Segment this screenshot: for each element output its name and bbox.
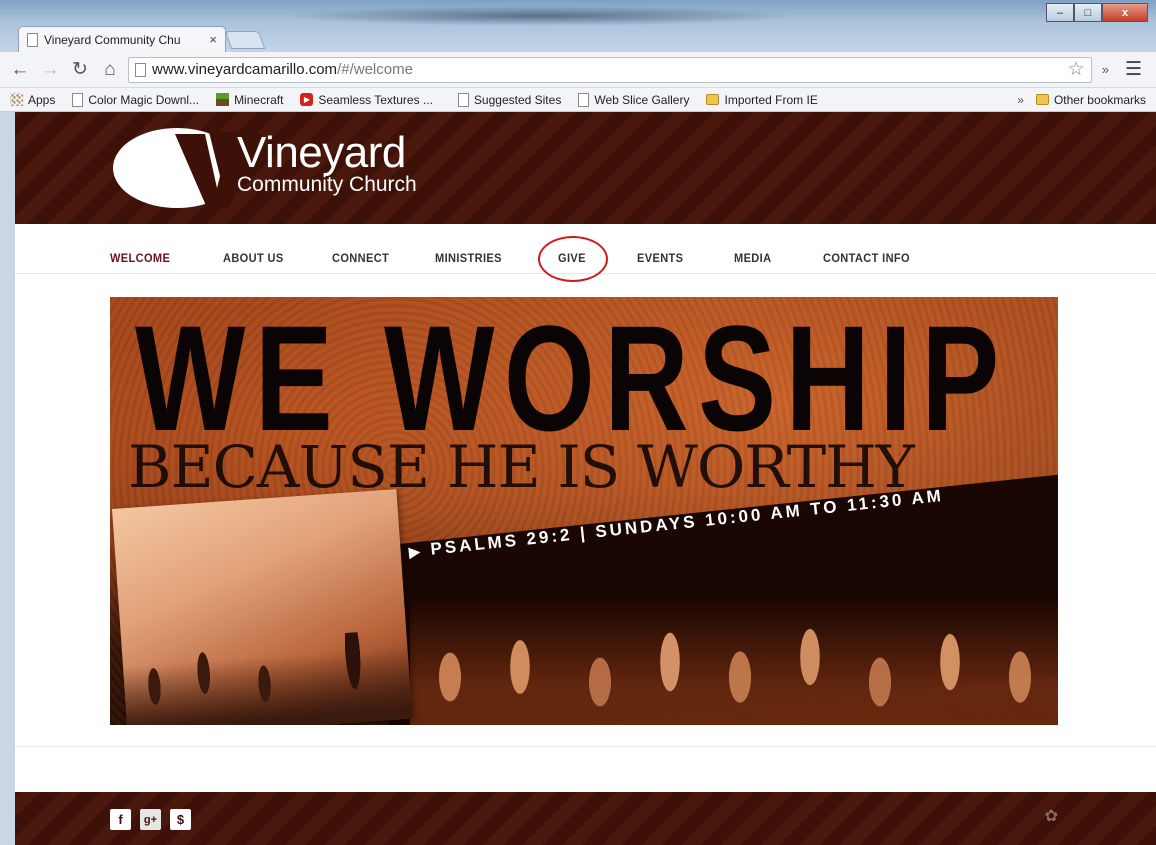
- forward-arrow-icon[interactable]: →: [38, 58, 62, 82]
- nav-welcome[interactable]: WELCOME: [110, 251, 170, 265]
- main-nav: [15, 224, 1156, 274]
- url-path: /#/welcome: [337, 61, 413, 78]
- close-window-button[interactable]: x: [1102, 3, 1148, 22]
- bookmark-label: Other bookmarks: [1053, 92, 1146, 107]
- bookmark-suggested-sites[interactable]: Suggested Sites: [457, 92, 562, 107]
- back-arrow-icon[interactable]: ←: [8, 58, 32, 82]
- browser-titlebar: Vineyard Community Chu × – □ x: [0, 0, 1156, 52]
- bookmarks-bar: Apps Color Magic Downl... Minecraft ▶ Se…: [0, 88, 1156, 112]
- crowd-silhouette: [121, 628, 413, 725]
- site-header: Vineyard Community Church: [15, 112, 1156, 224]
- dollar-icon[interactable]: $: [170, 809, 191, 830]
- minecraft-icon: [216, 93, 230, 106]
- bookmark-label: Apps: [28, 92, 56, 107]
- youtube-icon: ▶: [300, 93, 314, 106]
- logo-subtitle: Community Church: [237, 173, 417, 196]
- folder-icon: [1035, 94, 1049, 105]
- address-bar[interactable]: www.vineyardcamarillo.com/#/welcome ☆: [128, 56, 1092, 83]
- facebook-icon[interactable]: f: [110, 809, 131, 830]
- tab-title: Vineyard Community Chu: [44, 32, 181, 47]
- browser-toolbar: ← → ↻ ⌂ www.vineyardcamarillo.com/#/welc…: [0, 52, 1156, 88]
- banner-headline: WE WORSHIP: [135, 297, 1009, 462]
- social-links: f g+ $: [110, 809, 191, 830]
- page-icon: [72, 92, 84, 107]
- bookmark-minecraft[interactable]: Minecraft: [216, 93, 283, 107]
- bookmarks-overflow-icon[interactable]: »: [1017, 93, 1024, 107]
- logo-text: Vineyard Community Church: [237, 130, 417, 196]
- bookmark-apps[interactable]: Apps: [10, 93, 55, 107]
- nav-events[interactable]: EVENTS: [637, 251, 683, 265]
- bookmark-web-slice-gallery[interactable]: Web Slice Gallery: [578, 92, 690, 107]
- reload-icon[interactable]: ↻: [68, 58, 92, 82]
- bookmark-label: Imported From IE: [724, 92, 818, 107]
- nav-about-us[interactable]: ABOUT US: [223, 251, 284, 265]
- bookmark-label: Suggested Sites: [473, 92, 562, 107]
- bookmark-label: Minecraft: [234, 92, 284, 107]
- google-plus-icon[interactable]: g+: [140, 809, 161, 830]
- worship-photo: [112, 489, 413, 725]
- hero-banner[interactable]: WE WORSHIP BECAUSE HE IS WORTHY ▶ PSALMS …: [110, 297, 1058, 725]
- window-controls: – □ x: [1046, 3, 1148, 22]
- folder-icon: [706, 94, 720, 105]
- nav-ministries[interactable]: MINISTRIES: [435, 251, 502, 265]
- home-icon[interactable]: ⌂: [98, 58, 122, 82]
- apps-grid-icon: [10, 93, 23, 106]
- page-icon: [27, 32, 38, 47]
- bookmark-label: Color Magic Downl...: [88, 92, 200, 107]
- logo-name: Vineyard: [237, 128, 406, 177]
- page-icon: [578, 92, 590, 107]
- page-icon: [135, 62, 146, 77]
- nav-give[interactable]: GIVE: [558, 251, 586, 265]
- nav-contact-info[interactable]: CONTACT INFO: [823, 251, 910, 265]
- bookmark-label: Seamless Textures ...: [318, 92, 433, 107]
- play-triangle-icon: ▶: [408, 542, 424, 561]
- nav-media[interactable]: MEDIA: [734, 251, 771, 265]
- bookmark-color-magic[interactable]: Color Magic Downl...: [72, 92, 200, 107]
- banner-subhead: BECAUSE HE IS WORTHY: [128, 433, 915, 501]
- extensions-overflow-icon[interactable]: »: [1098, 62, 1113, 77]
- bookmark-label: Web Slice Gallery: [594, 92, 690, 107]
- site-footer: f g+ $ ✿: [15, 792, 1156, 845]
- web-page: Vineyard Community Church WELCOME ABOUT …: [15, 112, 1156, 845]
- url-host: www.vineyardcamarillo.com: [152, 61, 338, 78]
- tab-close-icon[interactable]: ×: [209, 32, 217, 47]
- bookmark-star-icon[interactable]: ☆: [1068, 58, 1085, 81]
- bookmark-other[interactable]: Other bookmarks: [1035, 92, 1146, 107]
- new-tab-button[interactable]: [224, 31, 266, 49]
- raised-hands-image: [410, 597, 1058, 725]
- bookmark-seamless-textures[interactable]: ▶ Seamless Textures ...: [300, 93, 433, 107]
- bookmark-imported-from-ie[interactable]: Imported From IE: [706, 92, 818, 107]
- site-builder-icon[interactable]: ✿: [1045, 806, 1058, 826]
- page-icon: [457, 92, 469, 107]
- chrome-menu-icon[interactable]: ☰: [1119, 58, 1148, 81]
- maximize-button[interactable]: □: [1074, 3, 1102, 22]
- browser-tab[interactable]: Vineyard Community Chu ×: [18, 26, 226, 52]
- content-divider: [15, 746, 1156, 747]
- nav-connect[interactable]: CONNECT: [332, 251, 389, 265]
- minimize-button[interactable]: –: [1046, 3, 1074, 22]
